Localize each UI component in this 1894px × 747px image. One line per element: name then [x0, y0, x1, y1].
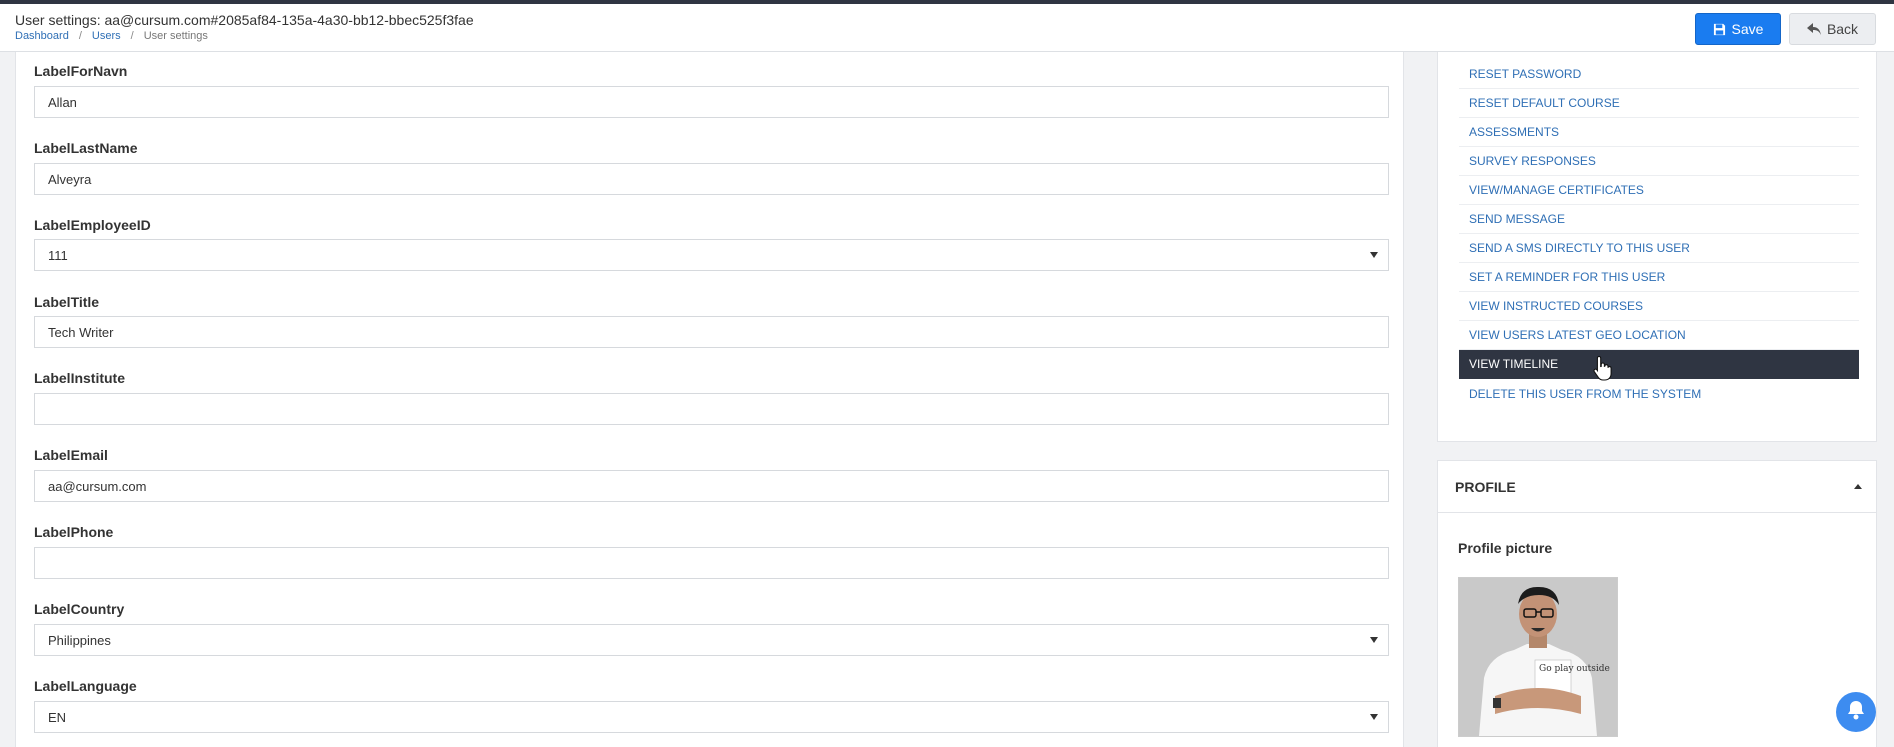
hand-cursor-icon — [1593, 355, 1613, 386]
page-title: User settings: aa@cursum.com#2085af84-13… — [15, 12, 474, 28]
language-value: EN — [48, 709, 67, 725]
field-label-employee-id: LabelEmployeeID — [34, 217, 151, 233]
field-label-phone: LabelPhone — [34, 524, 114, 540]
breadcrumb-separator: / — [130, 30, 134, 42]
breadcrumb: Dashboard / Users / User settings — [15, 30, 208, 42]
reply-arrow-icon — [1806, 23, 1821, 35]
first-name-input[interactable]: Allan — [34, 86, 1389, 118]
action-reset-default-course[interactable]: RESET DEFAULT COURSE — [1459, 89, 1859, 118]
action-reset-password[interactable]: RESET PASSWORD — [1459, 60, 1859, 89]
field-label-email: LabelEmail — [34, 447, 108, 463]
action-survey-responses[interactable]: SURVEY RESPONSES — [1459, 147, 1859, 176]
breadcrumb-current: User settings — [143, 30, 208, 42]
field-label-first-name: LabelForNavn — [34, 63, 128, 79]
user-actions-panel: RESET PASSWORD RESET DEFAULT COURSE ASSE… — [1437, 52, 1877, 442]
last-name-input[interactable]: Alveyra — [34, 163, 1389, 195]
employee-id-select[interactable]: 111 — [34, 239, 1389, 271]
first-name-value: Allan — [48, 94, 77, 110]
back-button[interactable]: Back — [1789, 13, 1876, 45]
shirt-text: Go play outside — [1539, 664, 1610, 674]
save-label: Save — [1731, 21, 1764, 37]
language-select[interactable]: EN — [34, 701, 1389, 733]
field-label-country: LabelCountry — [34, 601, 125, 617]
action-delete-user[interactable]: DELETE THIS USER FROM THE SYSTEM — [1459, 379, 1859, 408]
profile-picture-label: Profile picture — [1458, 540, 1553, 556]
user-form-panel: LabelForNavn Allan LabelLastName Alveyra… — [15, 52, 1404, 747]
action-view-instructed-courses[interactable]: VIEW INSTRUCTED COURSES — [1459, 292, 1859, 321]
floppy-disk-icon — [1713, 23, 1726, 36]
breadcrumb-separator: / — [78, 30, 82, 42]
action-view-timeline[interactable]: VIEW TIMELINE — [1459, 350, 1859, 379]
field-label-last-name: LabelLastName — [34, 140, 138, 156]
back-label: Back — [1826, 21, 1859, 37]
profile-photo[interactable]: Go play outside — [1458, 577, 1618, 737]
email-input[interactable]: aa@cursum.com — [34, 470, 1389, 502]
action-send-sms[interactable]: SEND A SMS DIRECTLY TO THIS USER — [1459, 234, 1859, 263]
caret-down-icon — [1370, 252, 1378, 258]
action-assessments[interactable]: ASSESSMENTS — [1459, 118, 1859, 147]
breadcrumb-dashboard[interactable]: Dashboard — [15, 30, 69, 42]
caret-down-icon — [1370, 714, 1378, 720]
breadcrumb-users[interactable]: Users — [92, 30, 121, 42]
profile-section-header[interactable]: PROFILE — [1438, 461, 1876, 513]
save-button[interactable]: Save — [1695, 13, 1781, 45]
country-select[interactable]: Philippines — [34, 624, 1389, 656]
institute-input[interactable] — [34, 393, 1389, 425]
phone-input[interactable] — [34, 547, 1389, 579]
title-input[interactable]: Tech Writer — [34, 316, 1389, 348]
email-value: aa@cursum.com — [48, 478, 147, 494]
action-send-message[interactable]: SEND MESSAGE — [1459, 205, 1859, 234]
employee-id-value: 111 — [48, 247, 68, 263]
action-set-reminder[interactable]: SET A REMINDER FOR THIS USER — [1459, 263, 1859, 292]
caret-down-icon — [1370, 637, 1378, 643]
caret-up-icon — [1854, 484, 1862, 489]
notification-button[interactable] — [1836, 692, 1876, 732]
country-value: Philippines — [48, 632, 111, 648]
bell-icon — [1846, 699, 1866, 726]
last-name-value: Alveyra — [48, 171, 92, 187]
action-manage-certificates[interactable]: VIEW/MANAGE CERTIFICATES — [1459, 176, 1859, 205]
profile-card: PROFILE Profile picture Go play outside — [1437, 460, 1877, 747]
field-label-language: LabelLanguage — [34, 678, 137, 694]
page-header: User settings: aa@cursum.com#2085af84-13… — [0, 4, 1894, 52]
action-view-geo-location[interactable]: VIEW USERS LATEST GEO LOCATION — [1459, 321, 1859, 350]
field-label-title: LabelTitle — [34, 294, 100, 310]
field-label-institute: LabelInstitute — [34, 370, 126, 386]
title-value: Tech Writer — [48, 324, 114, 340]
profile-header-label: PROFILE — [1455, 478, 1516, 495]
